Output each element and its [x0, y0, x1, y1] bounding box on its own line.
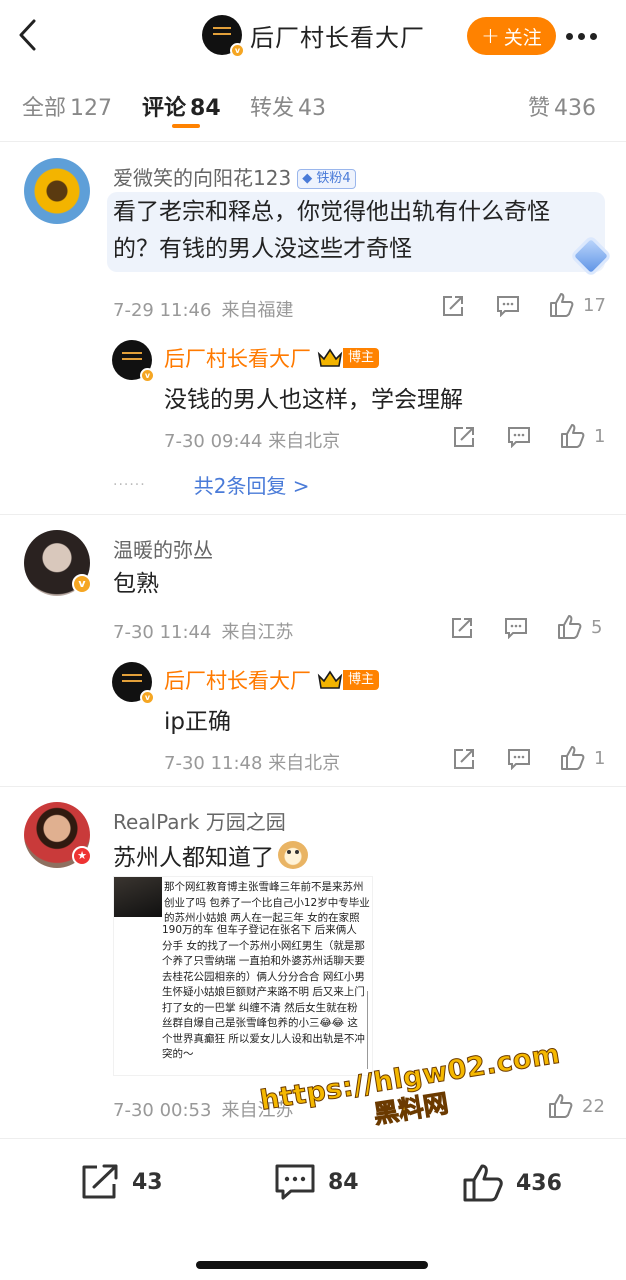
- verified-icon: v: [72, 574, 92, 594]
- share-reply-button[interactable]: [452, 747, 476, 771]
- sunflower-avatar-image: [24, 158, 90, 224]
- reply-meta: 7-30 09:44 来自北京: [164, 431, 341, 452]
- reply-comment-button[interactable]: [496, 295, 520, 317]
- page-title: 后厂村长看大厂: [250, 23, 425, 52]
- share-comment-button[interactable]: [441, 294, 465, 318]
- tab-comments[interactable]: 评论 84: [142, 90, 221, 122]
- image-text-top: 那个网红教育博主张雪峰三年前不是来苏州创业了吗 包养了一个比自己小12岁中专毕业…: [164, 881, 370, 922]
- comment-meta: 7-29 11:46 来自福建: [113, 300, 294, 321]
- share-icon: [82, 1164, 118, 1199]
- crown-icon: [317, 670, 343, 690]
- reply-avatar[interactable]: v: [112, 340, 155, 383]
- more-options-button[interactable]: [566, 33, 597, 40]
- share-comment-button[interactable]: [450, 616, 474, 640]
- doge-emoji-icon: [278, 841, 308, 869]
- comment-username[interactable]: 爱微笑的向阳花123 ◆ 铁粉4: [113, 162, 356, 191]
- tab-all[interactable]: 全部 127: [22, 90, 112, 122]
- share-icon: [443, 296, 463, 316]
- image-text-body: 190万的车 但车子登记在张名下 后来俩人分手 女的找了一个苏州小网红男生（就是…: [162, 924, 365, 1060]
- repost-button[interactable]: 43: [80, 1163, 163, 1201]
- tab-reposts[interactable]: 转发 43: [250, 90, 326, 122]
- home-indicator: [196, 1261, 428, 1269]
- share-reply-button[interactable]: [452, 425, 476, 449]
- reply-reply-button[interactable]: [507, 426, 531, 448]
- follow-label: 关注: [503, 26, 542, 49]
- view-more-replies-link[interactable]: ······ 共2条回复 >: [113, 470, 310, 499]
- divider: [0, 786, 626, 787]
- comment-icon: [497, 296, 519, 317]
- page-title-group[interactable]: v 后厂村长看大厂: [202, 14, 425, 58]
- follow-button[interactable]: + 关注: [467, 17, 556, 55]
- comment-text: 苏州人都知道了: [113, 840, 308, 877]
- comment-text: 看了老宗和释总，你觉得他出轨有什么奇怪 的？有钱的男人没这些才奇怪: [107, 192, 605, 272]
- like-button[interactable]: 436: [462, 1163, 562, 1203]
- comment-icon: [508, 427, 530, 448]
- interaction-tabs: 全部 127 评论 84 转发 43 赞 436: [0, 72, 626, 142]
- active-tab-indicator: [172, 124, 200, 128]
- comment-username[interactable]: RealPark 万园之园: [113, 806, 286, 835]
- reply-username[interactable]: 后厂村长看大厂 博主: [164, 343, 380, 373]
- top-navigation-bar: v 后厂村长看大厂 + 关注: [0, 0, 626, 72]
- tab-likes[interactable]: 赞 436: [528, 90, 596, 122]
- avatar[interactable]: [24, 158, 90, 224]
- reply-username[interactable]: 后厂村长看大厂 博主: [164, 665, 380, 695]
- like-comment-button[interactable]: 17: [549, 292, 606, 318]
- bottom-action-bar: 43 84 436: [0, 1138, 626, 1280]
- avatar[interactable]: ★: [24, 802, 92, 868]
- like-comment-button[interactable]: 5: [557, 614, 602, 640]
- back-button[interactable]: [14, 18, 44, 52]
- author-badge: 博主: [343, 348, 380, 368]
- reply-avatar[interactable]: v: [112, 662, 155, 705]
- like-reply-button[interactable]: 1: [560, 745, 605, 771]
- comment-icon: [275, 1164, 315, 1200]
- reply-comment-button[interactable]: [504, 617, 528, 639]
- comment-image[interactable]: 那个网红教育博主张雪峰三年前不是来苏州创业了吗 包养了一个比自己小12岁中专毕业…: [113, 876, 373, 1076]
- share-icon: [452, 618, 472, 638]
- avatar[interactable]: v: [24, 530, 92, 596]
- comment-meta: 7-30 11:44 来自江苏: [113, 622, 294, 643]
- thumbs-up-icon: [463, 1164, 503, 1202]
- verified-icon: v: [230, 43, 245, 58]
- thumbs-up-icon: [561, 424, 585, 448]
- author-badge: 博主: [343, 670, 380, 690]
- reply-meta: 7-30 11:48 来自北京: [164, 753, 341, 774]
- plus-icon: +: [481, 23, 500, 49]
- share-icon: [454, 427, 474, 447]
- verified-icon: v: [140, 690, 155, 705]
- reply-text: 没钱的男人也这样，学会理解: [164, 387, 463, 413]
- thumbs-up-icon: [561, 746, 585, 770]
- like-reply-button[interactable]: 1: [560, 423, 605, 449]
- comment-username[interactable]: 温暖的弥丛: [113, 534, 213, 563]
- account-avatar: v: [202, 15, 245, 58]
- comment-button[interactable]: 84: [274, 1163, 359, 1201]
- reply-text: ip正确: [164, 709, 231, 735]
- thumbs-up-icon: [558, 615, 582, 639]
- thumbs-up-icon: [550, 293, 574, 317]
- comment-icon: [505, 618, 527, 639]
- member-icon: ★: [72, 846, 92, 866]
- share-icon: [454, 749, 474, 769]
- image-photo-thumbnail: [114, 877, 162, 917]
- fan-level-badge: ◆ 铁粉4: [297, 169, 356, 189]
- verified-icon: v: [140, 368, 155, 383]
- crown-icon: [317, 348, 343, 368]
- chevron-left-icon: [19, 19, 36, 51]
- divider: [0, 514, 626, 515]
- reply-reply-button[interactable]: [507, 748, 531, 770]
- comment-icon: [508, 749, 530, 770]
- ellipsis-icon: [566, 33, 573, 40]
- comment-text: 包熟: [113, 571, 159, 597]
